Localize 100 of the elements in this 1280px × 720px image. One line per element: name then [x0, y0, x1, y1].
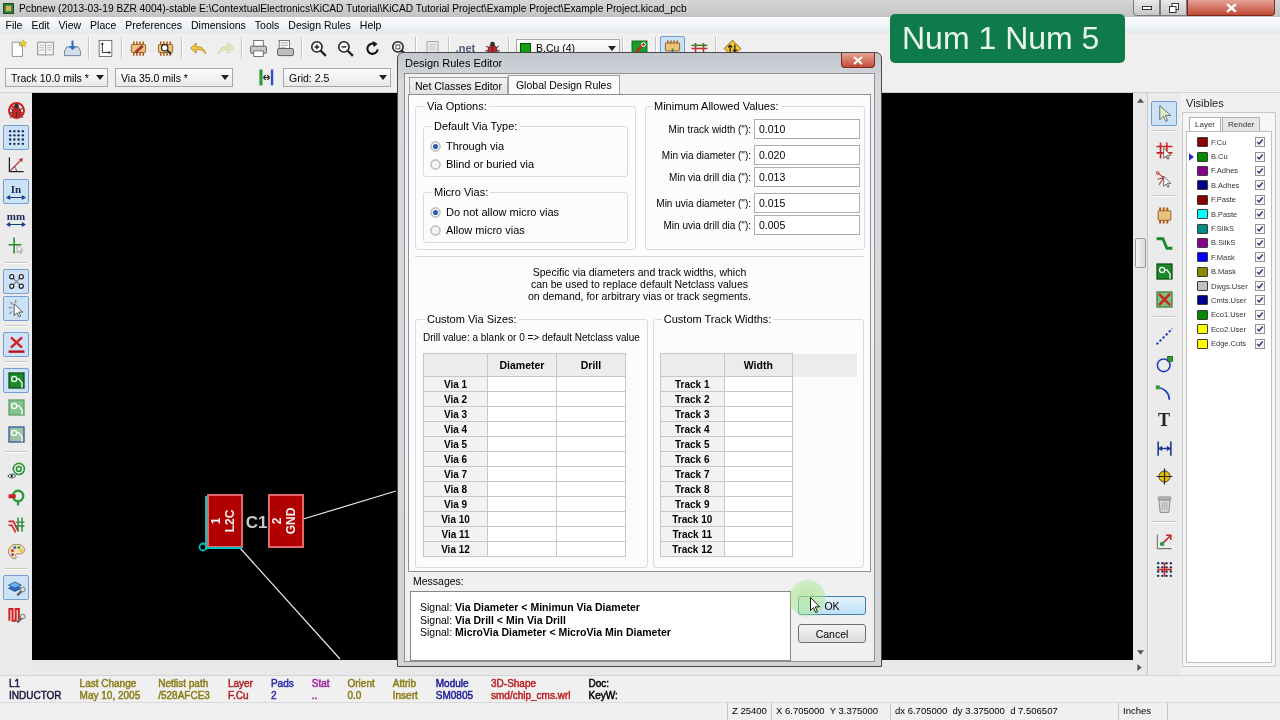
toolbar-button[interactable]: mm [3, 206, 29, 231]
menu-item[interactable]: Preferences [120, 17, 187, 33]
minimize-button[interactable] [1133, 0, 1160, 16]
close-button[interactable] [1187, 0, 1275, 16]
input-field[interactable]: 0.015 [754, 193, 860, 213]
status-text: F.Cu [227, 690, 250, 702]
layer-color-swatch-icon[interactable] [1197, 266, 1208, 277]
toolbar-button[interactable]: T [1151, 407, 1177, 433]
input-field[interactable]: 0.005 [754, 215, 860, 235]
checkbox[interactable] [1255, 237, 1265, 248]
layer-color-swatch-icon[interactable] [1197, 338, 1208, 349]
menu-item[interactable]: Tools [250, 17, 284, 33]
minimize-icon [1141, 5, 1152, 10]
radio-button[interactable] [430, 224, 441, 236]
pad [268, 494, 304, 548]
status-coordinate: dx 6.705000 dy 3.375000 d 7.506507 [890, 703, 1118, 720]
field-label: Min via diameter ("): [660, 149, 752, 161]
checkbox[interactable] [1255, 252, 1265, 263]
checkbox[interactable] [1255, 223, 1265, 234]
layer-color-swatch-icon[interactable] [1197, 209, 1208, 220]
checkbox[interactable] [1255, 309, 1265, 320]
scrollbar-thumb[interactable] [1134, 238, 1146, 268]
up-arrow-icon[interactable] [1136, 98, 1144, 103]
toolbar-button[interactable] [3, 368, 29, 393]
checkbox[interactable] [1255, 194, 1265, 205]
radio-label: Do not allow micro vias [446, 206, 560, 218]
restore-icon [1168, 2, 1179, 13]
panel-tab[interactable]: Layer [1189, 117, 1221, 131]
bug-prohibited-icon [6, 101, 26, 120]
menu-item[interactable]: View [54, 17, 86, 33]
toolbar-button[interactable] [3, 125, 29, 150]
layer-color-swatch-icon[interactable] [1197, 194, 1208, 205]
menu-item[interactable]: Design Rules [283, 17, 356, 33]
zoom-in-icon [309, 38, 328, 58]
right-arrow-icon[interactable] [1137, 664, 1142, 671]
menu-item[interactable]: File [1, 17, 27, 33]
layer-color-swatch-icon[interactable] [1197, 180, 1208, 191]
radio-button[interactable] [430, 158, 441, 170]
status-text: Doc: [588, 678, 611, 690]
messages-label: Messages: [413, 575, 465, 587]
pad-net-name: L2C [223, 509, 237, 533]
restore-button[interactable] [1160, 0, 1187, 16]
checkbox[interactable] [1255, 324, 1265, 335]
dialog-tab[interactable]: Global Design Rules [507, 75, 620, 94]
pad-number: 1 [209, 517, 223, 525]
menu-item[interactable]: Help [355, 17, 386, 33]
layer-color-swatch-icon[interactable] [1197, 151, 1208, 162]
dialog-tab[interactable]: Net Classes Editor [409, 77, 508, 94]
filled-zone-icon [6, 371, 26, 390]
panel-title: Visibles [1185, 96, 1225, 111]
via-size-dropdown[interactable]: Via 35.0 mils * [115, 68, 233, 87]
down-arrow-icon[interactable] [1136, 650, 1144, 655]
panel-tab[interactable]: Render [1222, 117, 1261, 131]
dropdown-arrow-icon [96, 75, 104, 80]
checkbox[interactable] [1255, 209, 1265, 220]
dialog-button[interactable]: Cancel [798, 624, 866, 643]
grid-origin-icon [1154, 559, 1174, 579]
toolbar-button[interactable] [3, 269, 29, 294]
document-star-icon [9, 38, 28, 58]
checkbox[interactable] [1255, 266, 1265, 277]
dashed-line-icon [1154, 326, 1174, 346]
checkbox[interactable] [1255, 281, 1265, 292]
checkbox[interactable] [1255, 180, 1265, 191]
layer-color-swatch-icon[interactable] [1197, 165, 1208, 176]
pad-number: 2 [270, 517, 284, 525]
layer-color-swatch-icon[interactable] [1197, 252, 1208, 263]
layer-color-swatch-icon[interactable] [1197, 295, 1208, 306]
layer-color-swatch-icon[interactable] [1197, 281, 1208, 292]
status-text: Attrib [392, 678, 418, 690]
radio-button[interactable] [430, 140, 441, 152]
layer-color-swatch-icon[interactable] [1197, 137, 1208, 148]
input-field[interactable]: 0.013 [754, 167, 860, 187]
input-field[interactable]: 0.020 [754, 145, 860, 165]
status-text: SM0805 [435, 690, 473, 702]
dialog-button[interactable]: OK [798, 596, 866, 615]
checkbox[interactable] [1255, 165, 1265, 176]
chip-pencil-icon [129, 38, 148, 58]
pointer-sparkle-icon [6, 299, 26, 318]
checkbox[interactable] [1255, 137, 1265, 148]
layer-color-swatch-icon[interactable] [1197, 309, 1208, 320]
layer-color-swatch-icon[interactable] [1197, 237, 1208, 248]
checkbox[interactable] [1255, 151, 1265, 162]
menu-item[interactable]: Dimensions [186, 17, 251, 33]
checkbox[interactable] [1255, 338, 1265, 349]
plotter-icon [276, 38, 295, 58]
track-width-dropdown[interactable]: Track 10.0 mils * [5, 68, 108, 87]
menu-item[interactable]: Edit [26, 17, 54, 33]
input-field[interactable]: 0.010 [754, 119, 860, 139]
status-text: L1 [9, 678, 22, 690]
menu-item[interactable]: Place [85, 17, 121, 33]
layer-color-swatch-icon[interactable] [1197, 324, 1208, 335]
layer-color-swatch-icon[interactable] [1197, 223, 1208, 234]
radio-button[interactable] [430, 206, 441, 218]
field-label: Min via drill dia ("): [668, 171, 752, 183]
close-button[interactable] [841, 53, 875, 68]
toolbar-button[interactable]: In [3, 179, 29, 204]
cross-line-icon [6, 335, 26, 354]
grid-dropdown[interactable]: Grid: 2.5 [283, 68, 391, 87]
checkbox[interactable] [1255, 295, 1265, 306]
status-text: Module [435, 678, 470, 690]
